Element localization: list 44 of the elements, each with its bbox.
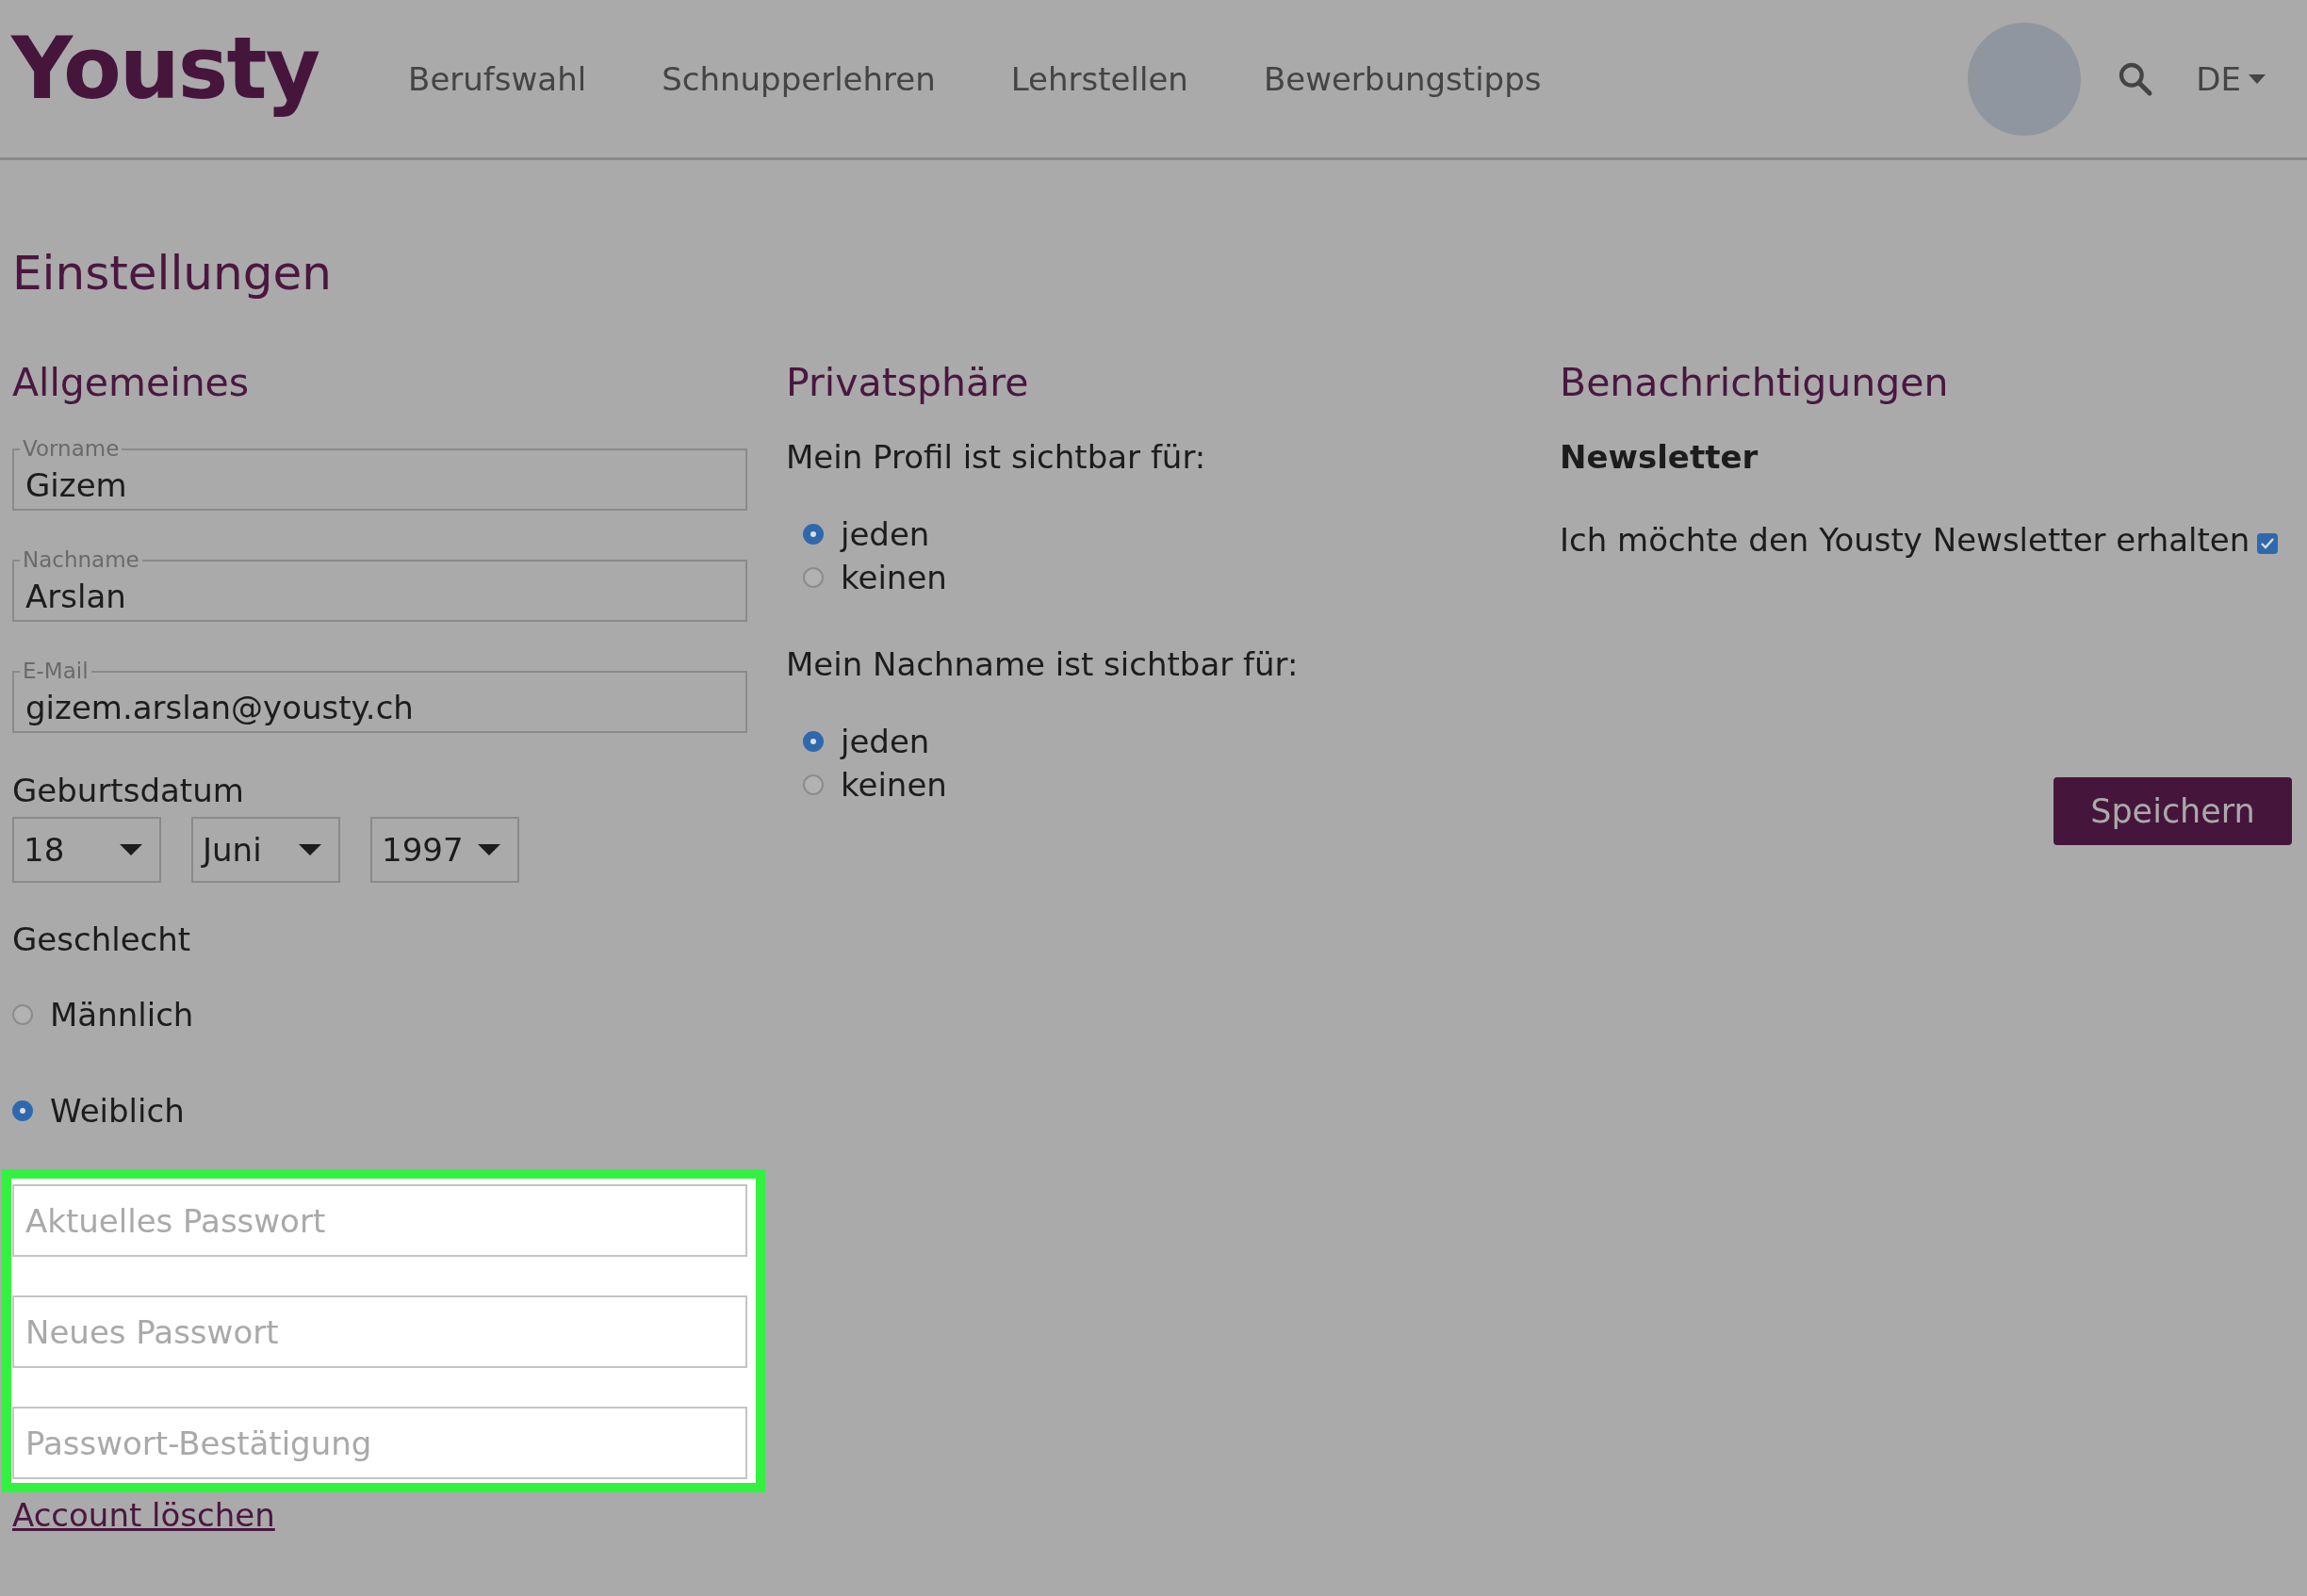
radio-button[interactable] <box>803 524 824 546</box>
password-field[interactable]: Passwort-Bestätigung <box>12 1407 747 1480</box>
save-button[interactable]: Speichern <box>2053 777 2292 846</box>
option-label: keinen <box>841 766 947 805</box>
dropdown[interactable]: 18 <box>12 817 161 884</box>
text-field[interactable]: Nachname Arslan <box>12 549 747 623</box>
radio-button[interactable] <box>803 774 824 796</box>
password-field[interactable]: Aktuelles Passwort <box>12 1184 747 1258</box>
nav-link[interactable]: Berufswahl <box>370 59 625 98</box>
caret-icon <box>120 844 142 856</box>
language-selector[interactable]: DE <box>2196 59 2266 98</box>
delete-account-link[interactable]: Account löschen <box>12 1496 275 1535</box>
checkbox-label: Ich möchte den Yousty Newsletter erhalten <box>1560 521 2250 560</box>
section-heading: Benachrichtigungen <box>1560 360 1950 407</box>
password-field[interactable]: Neues Passwort <box>12 1295 747 1369</box>
section-heading: Privatsphäre <box>786 360 1030 407</box>
nav-link[interactable]: Bewerbungstipps <box>1225 59 1579 98</box>
radio-button[interactable] <box>12 1100 33 1122</box>
text-field[interactable]: E-Mail gizem.arslan@yousty.ch <box>12 660 747 734</box>
radio-button[interactable] <box>803 567 824 589</box>
option-label: jeden <box>841 515 930 554</box>
radio-button[interactable] <box>803 731 824 753</box>
text-field[interactable]: Vorname Gizem <box>12 438 747 512</box>
section-heading: Allgemeines <box>12 360 251 407</box>
option-label: Männlich <box>50 996 194 1034</box>
subheading: Newsletter <box>1560 438 1759 477</box>
option-label: keinen <box>841 559 947 597</box>
logo[interactable]: Yousty <box>11 16 319 122</box>
dropdown[interactable]: 1997 <box>370 817 519 884</box>
radio-button[interactable] <box>12 1004 33 1026</box>
page-title: Einstellungen <box>12 245 333 301</box>
dropdown[interactable]: Juni <box>191 817 340 884</box>
option-label: Weiblich <box>50 1092 185 1131</box>
option-label: jeden <box>841 723 930 761</box>
nav-link[interactable]: Lehrstellen <box>973 59 1226 98</box>
question-text: Mein Profil ist sichtbar für: <box>786 438 1207 477</box>
caret-icon <box>299 844 321 856</box>
checkbox[interactable] <box>2257 533 2279 555</box>
caret-icon <box>2249 73 2266 84</box>
field-label: Geschlecht <box>12 920 192 959</box>
field-label: Geburtsdatum <box>12 772 245 810</box>
question-text: Mein Nachname ist sichtbar für: <box>786 645 1300 684</box>
nav-link[interactable]: Schnupperlehren <box>624 59 974 98</box>
caret-icon <box>478 844 500 856</box>
